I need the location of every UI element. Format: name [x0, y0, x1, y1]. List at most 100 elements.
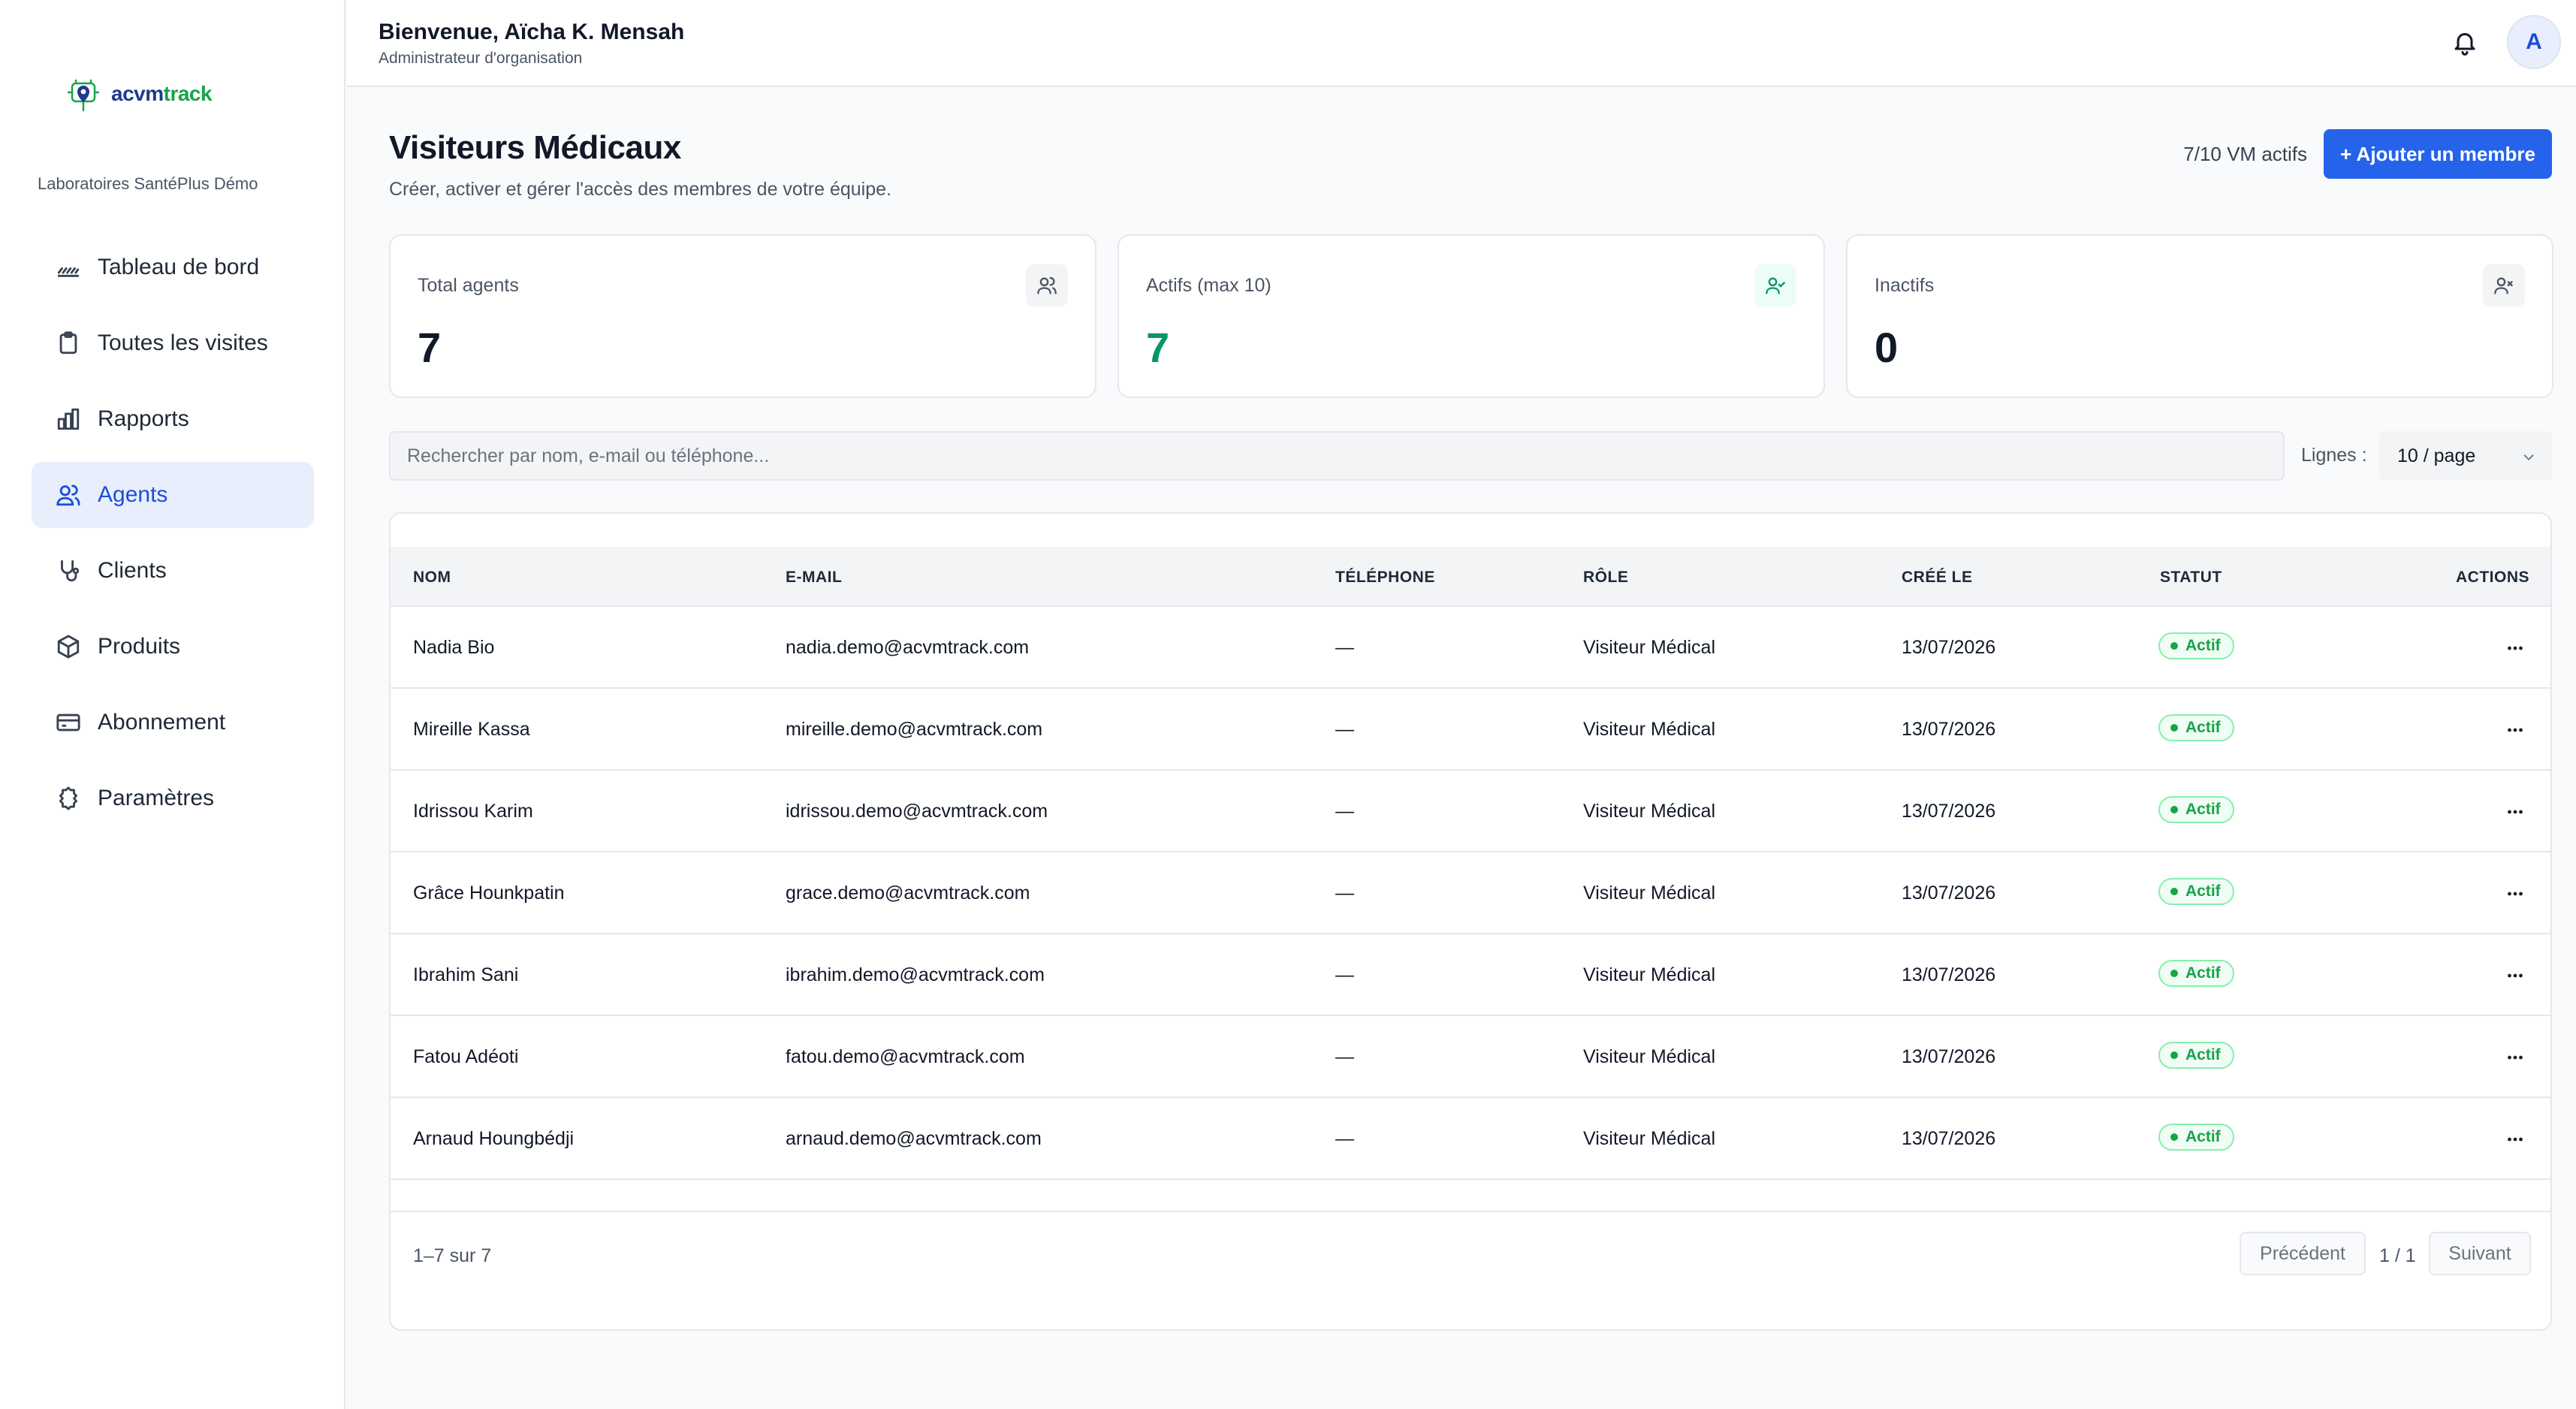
cell-created: 13/07/2026	[1902, 719, 1996, 740]
sidebar-item-dashboard[interactable]: Tableau de bord	[32, 234, 314, 300]
cell-role: Visiteur Médical	[1583, 801, 1716, 822]
sidebar-item-products[interactable]: Produits	[32, 614, 314, 680]
more-actions-icon[interactable]	[2504, 964, 2526, 987]
sidebar-item-subscription[interactable]: Abonnement	[32, 689, 314, 756]
table-row[interactable]: Idrissou Karim idrissou.demo@acvmtrack.co…	[391, 771, 2550, 852]
table-row[interactable]: Grâce Hounkpatin grace.demo@acvmtrack.com…	[391, 852, 2550, 934]
cell-created: 13/07/2026	[1902, 637, 1996, 658]
search-input[interactable]	[389, 431, 2285, 481]
bar-chart-icon	[57, 408, 80, 430]
settings-icon	[59, 786, 78, 810]
stat-label: Actifs (max 10)	[1146, 275, 1271, 296]
more-actions-icon[interactable]	[2504, 1128, 2526, 1151]
status-label: Actif	[2185, 964, 2221, 982]
users-icon	[56, 484, 80, 506]
table-row[interactable]: Arnaud Houngbédji arnaud.demo@acvmtrack.c…	[391, 1098, 2550, 1180]
users-icon	[1026, 264, 1068, 306]
cell-phone: —	[1335, 1128, 1354, 1149]
cell-email: mireille.demo@acvmtrack.com	[786, 719, 1043, 740]
status-badge: Actif	[2158, 1124, 2234, 1151]
clipboard-icon	[59, 331, 77, 355]
cell-created: 13/07/2026	[1902, 1046, 1996, 1067]
stat-value: 0	[1875, 324, 1899, 371]
more-actions-icon[interactable]	[2504, 637, 2526, 659]
status-badge: Actif	[2158, 632, 2234, 659]
cell-phone: —	[1335, 964, 1354, 985]
table-row[interactable]: Fatou Adéoti fatou.demo@acvmtrack.com — Vis…	[391, 1016, 2550, 1098]
stethoscope-icon	[61, 560, 80, 582]
package-icon	[57, 635, 80, 659]
stat-value: 7	[418, 324, 442, 371]
sidebar-item-label: Abonnement	[98, 710, 226, 735]
status-badge: Actif	[2158, 714, 2234, 741]
more-actions-icon[interactable]	[2504, 1046, 2526, 1069]
logo-mark-icon	[67, 79, 100, 112]
next-page-button[interactable]: Suivant	[2429, 1232, 2531, 1275]
more-actions-icon[interactable]	[2504, 801, 2526, 823]
status-dot-icon	[2170, 724, 2178, 732]
cell-created: 13/07/2026	[1902, 964, 1996, 985]
column-header-role[interactable]: RÔLE	[1583, 569, 1628, 587]
sidebar-item-label: Paramètres	[98, 786, 215, 810]
sidebar-item-agents[interactable]: Agents	[32, 462, 314, 528]
cell-email: idrissou.demo@acvmtrack.com	[786, 801, 1048, 822]
sidebar-item-label: Toutes les visites	[98, 330, 268, 355]
table-row[interactable]: Mireille Kassa mireille.demo@acvmtrack.co…	[391, 689, 2550, 771]
stat-card-total: Total agents 7	[389, 234, 1096, 398]
column-header-phone[interactable]: TÉLÉPHONE	[1335, 569, 1435, 587]
column-header-name[interactable]: NOM	[413, 569, 451, 587]
cell-role: Visiteur Médical	[1583, 719, 1716, 740]
sidebar: acvmtrack Laboratoires SantéPlus Démo Ta…	[0, 0, 345, 1409]
cell-email: ibrahim.demo@acvmtrack.com	[786, 964, 1045, 985]
rows-per-page-select[interactable]: 10 / page	[2379, 431, 2552, 481]
welcome-text: Bienvenue, Aïcha K. Mensah	[379, 20, 685, 44]
status-label: Actif	[2185, 637, 2221, 654]
status-label: Actif	[2185, 801, 2221, 818]
status-dot-icon	[2170, 806, 2178, 813]
sidebar-item-reports[interactable]: Rapports	[32, 386, 314, 452]
credit-card-icon	[56, 714, 80, 732]
column-header-email[interactable]: E-MAIL	[786, 569, 842, 587]
sidebar-item-visits[interactable]: Toutes les visites	[32, 310, 314, 376]
stat-card-active: Actifs (max 10) 7	[1118, 234, 1825, 398]
sidebar-item-label: Rapports	[98, 406, 189, 431]
stat-value: 7	[1146, 324, 1170, 371]
table-footer: 1–7 sur 7 Précédent 1 / 1 Suivant	[391, 1211, 2550, 1329]
bell-icon[interactable]	[2451, 29, 2478, 56]
column-header-created[interactable]: CRÉÉ LE	[1902, 569, 1973, 587]
logo[interactable]: acvmtrack	[60, 71, 213, 117]
more-actions-icon[interactable]	[2504, 883, 2526, 905]
previous-page-button[interactable]: Précédent	[2240, 1232, 2366, 1275]
table-row[interactable]: Ibrahim Sani ibrahim.demo@acvmtrack.com — V…	[391, 934, 2550, 1016]
status-badge: Actif	[2158, 960, 2234, 987]
table-row[interactable]: Nadia Bio nadia.demo@acvmtrack.com — Visite…	[391, 607, 2550, 689]
stat-card-inactive: Inactifs 0	[1846, 234, 2553, 398]
agents-table: NOM E-MAIL TÉLÉPHONE RÔLE CRÉÉ LE STATUT…	[389, 512, 2552, 1331]
cell-email: arnaud.demo@acvmtrack.com	[786, 1128, 1042, 1149]
status-dot-icon	[2170, 1051, 2178, 1059]
cell-email: nadia.demo@acvmtrack.com	[786, 637, 1030, 658]
sidebar-item-clients[interactable]: Clients	[32, 538, 314, 604]
stat-label: Inactifs	[1875, 275, 1935, 296]
column-header-status[interactable]: STATUT	[2160, 569, 2222, 587]
status-label: Actif	[2185, 1128, 2221, 1145]
cell-phone: —	[1335, 719, 1354, 740]
sidebar-item-label: Clients	[98, 558, 167, 583]
vm-active-count: 7/10 VM actifs	[2183, 143, 2307, 165]
cell-name: Grâce Hounkpatin	[413, 883, 565, 904]
status-badge: Actif	[2158, 878, 2234, 905]
sidebar-item-label: Produits	[98, 634, 181, 659]
cell-created: 13/07/2026	[1902, 801, 1996, 822]
status-badge: Actif	[2158, 1042, 2234, 1069]
more-actions-icon[interactable]	[2504, 719, 2526, 741]
cell-name: Fatou Adéoti	[413, 1046, 519, 1067]
status-badge: Actif	[2158, 796, 2234, 823]
cell-role: Visiteur Médical	[1583, 1046, 1716, 1067]
stat-label: Total agents	[418, 275, 519, 296]
cell-phone: —	[1335, 883, 1354, 904]
add-member-button[interactable]: + Ajouter un membre	[2324, 129, 2552, 179]
rows-per-page-label: Lignes :	[2301, 445, 2367, 466]
avatar[interactable]: A	[2507, 15, 2561, 69]
sidebar-item-settings[interactable]: Paramètres	[32, 765, 314, 831]
cell-phone: —	[1335, 801, 1354, 822]
